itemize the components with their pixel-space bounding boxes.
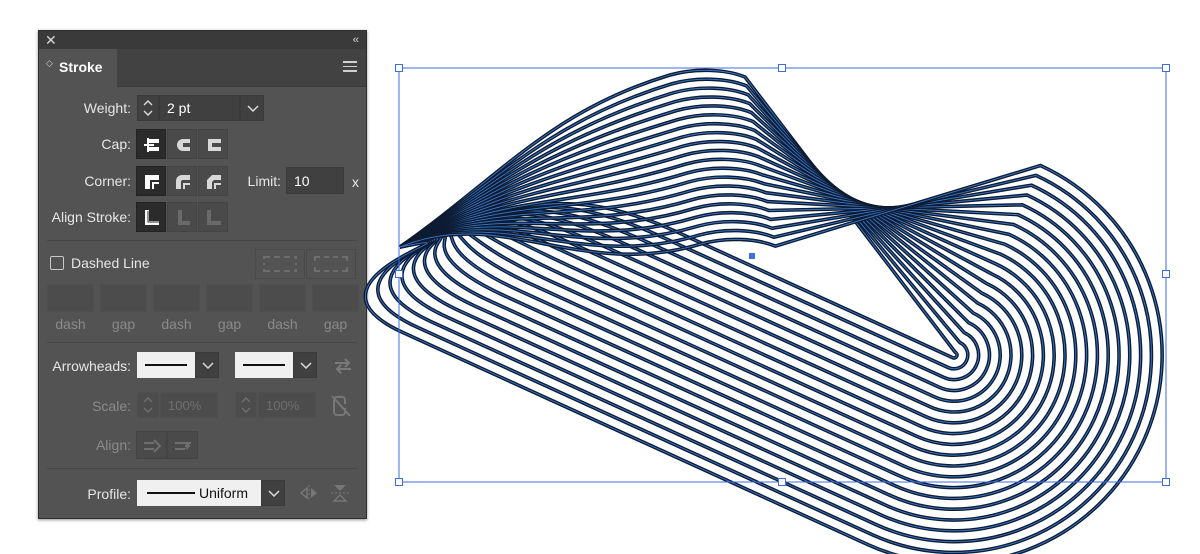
- bounding-box-handle[interactable]: [1162, 478, 1170, 486]
- bounding-box-handle[interactable]: [1162, 270, 1170, 278]
- bounding-box-handle[interactable]: [778, 478, 786, 486]
- bounding-box-handle[interactable]: [395, 64, 403, 72]
- center-point: [749, 253, 755, 259]
- bounding-box-handle[interactable]: [395, 478, 403, 486]
- concentric-stroke-paths[interactable]: [363, 68, 1165, 554]
- bounding-box-handle[interactable]: [778, 64, 786, 72]
- artboard-canvas[interactable]: [0, 0, 1200, 554]
- bounding-box-handle[interactable]: [395, 270, 403, 278]
- bounding-box-handle[interactable]: [1162, 64, 1170, 72]
